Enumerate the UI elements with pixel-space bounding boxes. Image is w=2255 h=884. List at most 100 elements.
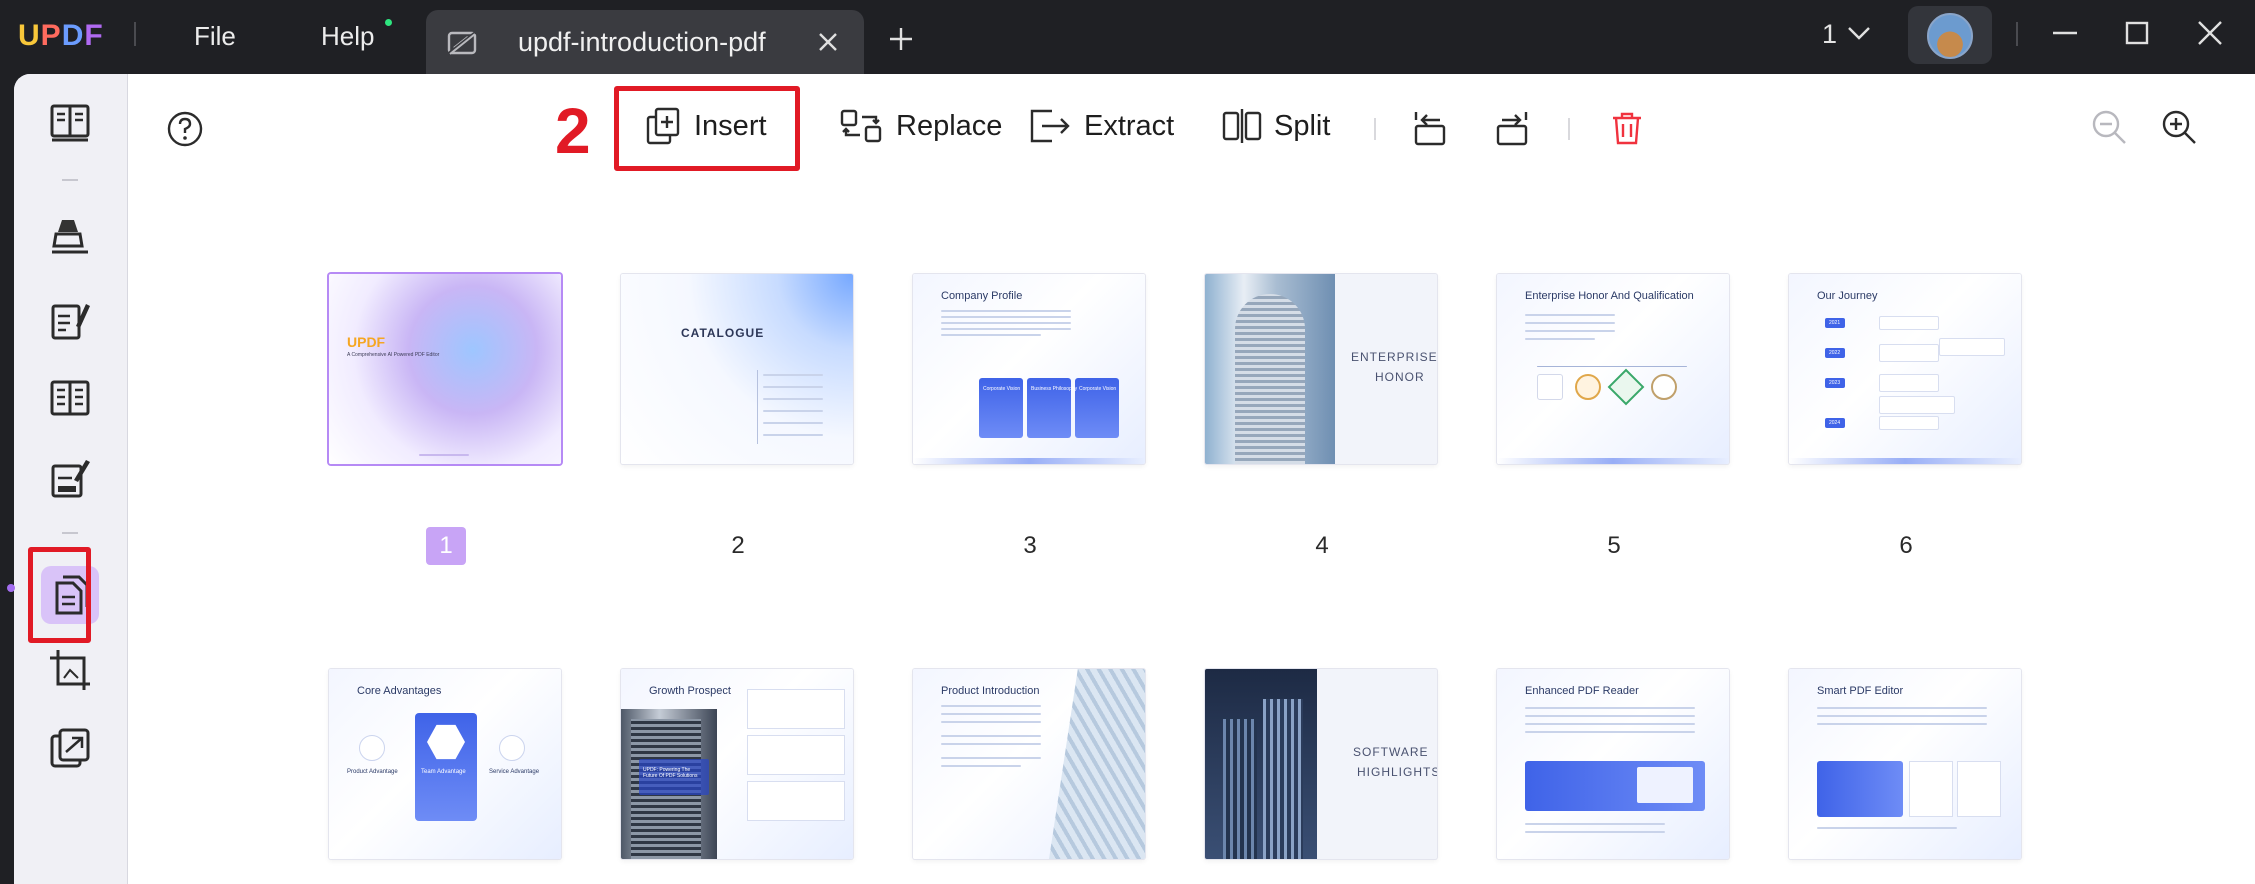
- thumb-badge: [1607, 368, 1645, 406]
- page-thumbnail-3[interactable]: Company Profile Corporate Vision Busines…: [913, 274, 1145, 464]
- insert-button[interactable]: Insert: [646, 102, 767, 150]
- page-count[interactable]: 1: [1822, 19, 1837, 50]
- thumb-year-badge: 2022: [1825, 348, 1845, 358]
- toolbar-separator: [1568, 118, 1570, 140]
- thumb-line: [941, 705, 1041, 707]
- thumb-journey-card: [1879, 316, 1939, 330]
- thumb-line: [763, 410, 823, 412]
- thumb-badge: [1575, 374, 1601, 400]
- toolbar-divider: [62, 532, 78, 534]
- thumb-text-card: [747, 735, 845, 775]
- compress-icon[interactable]: [48, 726, 92, 770]
- help-menu[interactable]: Help: [321, 21, 374, 52]
- tab-title: updf-introduction-pdf: [518, 27, 766, 57]
- rotate-right-icon[interactable]: [1492, 108, 1532, 148]
- title-bar: UPDF File Help updf-introduction-pdf 1: [0, 0, 2255, 74]
- title-separator: [2016, 22, 2018, 46]
- thumb-badge: [1537, 374, 1563, 400]
- thumb-line: [941, 765, 1021, 767]
- thumb-building: [1263, 699, 1303, 859]
- thumb-text-card: [747, 781, 845, 821]
- thumb-journey-card: [1879, 344, 1939, 362]
- thumb-building: [1223, 719, 1257, 859]
- main-area: 1 2 Insert: [7, 74, 2255, 884]
- chevron-down-icon[interactable]: [1846, 24, 1872, 42]
- page-thumbnail-7[interactable]: Core Advantages Product Advantage Team A…: [329, 669, 561, 859]
- page-thumbnail-4[interactable]: ENTERPRISE HONOR: [1205, 274, 1437, 464]
- file-menu[interactable]: File: [194, 21, 236, 52]
- page-number-3: 3: [1023, 532, 1037, 559]
- page-thumbnail-8[interactable]: Growth Prospect UPDF: Powering The Futur…: [621, 669, 853, 859]
- thumb-footer: [1789, 458, 2021, 464]
- maximize-icon[interactable]: [2122, 18, 2152, 48]
- thumb-title: Product Introduction: [941, 685, 1040, 697]
- close-icon[interactable]: [816, 30, 840, 54]
- replace-button[interactable]: Replace: [840, 102, 1002, 150]
- thumb-line: [941, 757, 1041, 759]
- toolbar-separator: [1374, 118, 1376, 140]
- edit-off-icon: [447, 30, 477, 56]
- form-icon[interactable]: [48, 376, 92, 420]
- document-tab[interactable]: updf-introduction-pdf: [426, 10, 864, 74]
- avatar-image: [1927, 13, 1973, 59]
- edit-pdf-icon[interactable]: [48, 298, 92, 342]
- reader-icon[interactable]: [48, 100, 92, 144]
- thumb-year: 2024: [1829, 420, 1841, 426]
- thumb-item: Team Advantage: [421, 769, 466, 775]
- help-icon[interactable]: [166, 110, 204, 148]
- minimize-icon[interactable]: [2050, 18, 2080, 48]
- thumb-line: [1817, 827, 1957, 829]
- thumb-title: Growth Prospect: [649, 685, 731, 697]
- thumb-footer: [913, 458, 1145, 464]
- zoom-in-icon[interactable]: [2160, 108, 2198, 146]
- left-toolbar: 1: [7, 74, 168, 884]
- thumb-building-photo: [1205, 274, 1335, 464]
- page-thumbnail-11[interactable]: Enhanced PDF Reader: [1497, 669, 1729, 859]
- thumb-line: [941, 713, 1041, 715]
- page-thumbnail-5[interactable]: Enterprise Honor And Qualification: [1497, 274, 1729, 464]
- extract-icon: [1030, 109, 1070, 143]
- extract-label: Extract: [1084, 109, 1175, 142]
- page-thumbnail-6[interactable]: Our Journey 2021 2022 2023 2024: [1789, 274, 2021, 464]
- page-thumbnail-2[interactable]: CATALOGUE: [621, 274, 853, 464]
- thumb-line: [1525, 314, 1615, 316]
- split-icon: [1222, 109, 1262, 143]
- window-close-icon[interactable]: [2195, 18, 2225, 48]
- delete-icon[interactable]: [1610, 110, 1644, 146]
- thumb-line: [1525, 831, 1665, 833]
- replace-label: Replace: [896, 109, 1003, 142]
- thumb-line: [1525, 715, 1695, 717]
- page-thumbnail-1[interactable]: UPDF A Comprehensive AI Powered PDF Edit…: [329, 274, 561, 464]
- zoom-out-icon[interactable]: [2090, 108, 2128, 146]
- plus-icon[interactable]: [888, 26, 914, 52]
- replace-icon: [840, 109, 882, 143]
- updf-logo: UPDF: [18, 19, 104, 52]
- thumb-building-photo: [1205, 669, 1317, 859]
- thumb-card-label: Business Philosophy: [1031, 386, 1078, 392]
- page-thumbnail-12[interactable]: Smart PDF Editor: [1789, 669, 2021, 859]
- thumb-year: 2021: [1829, 320, 1841, 326]
- insert-label: Insert: [694, 109, 767, 142]
- thumb-line: [1525, 338, 1595, 340]
- thumb-line: [941, 316, 1071, 318]
- extract-button[interactable]: Extract: [1028, 102, 1174, 150]
- avatar[interactable]: [1908, 6, 1992, 64]
- thumb-title: Enhanced PDF Reader: [1525, 685, 1639, 697]
- split-button[interactable]: Split: [1222, 102, 1330, 150]
- thumb-title-2: HONOR: [1375, 370, 1425, 384]
- thumb-title: Our Journey: [1817, 290, 1878, 302]
- thumb-line: [1525, 723, 1695, 725]
- crop-icon[interactable]: [48, 648, 92, 692]
- comment-icon[interactable]: [48, 214, 92, 258]
- active-indicator-dot: [7, 584, 15, 592]
- page-thumbnail-9[interactable]: Product Introduction: [913, 669, 1145, 859]
- thumb-title: CATALOGUE: [681, 326, 765, 340]
- page-organizer: 2 Insert Replace Extract Split UPDF A Co…: [128, 74, 2255, 884]
- sign-icon[interactable]: [48, 456, 92, 500]
- thumb-journey-card: [1879, 396, 1955, 414]
- thumb-line: [1817, 707, 1987, 709]
- rotate-left-icon[interactable]: [1410, 108, 1450, 148]
- thumb-screenshot: [1637, 767, 1693, 803]
- thumb-line: [763, 422, 823, 424]
- page-thumbnail-10[interactable]: SOFTWARE HIGHLIGHTS: [1205, 669, 1437, 859]
